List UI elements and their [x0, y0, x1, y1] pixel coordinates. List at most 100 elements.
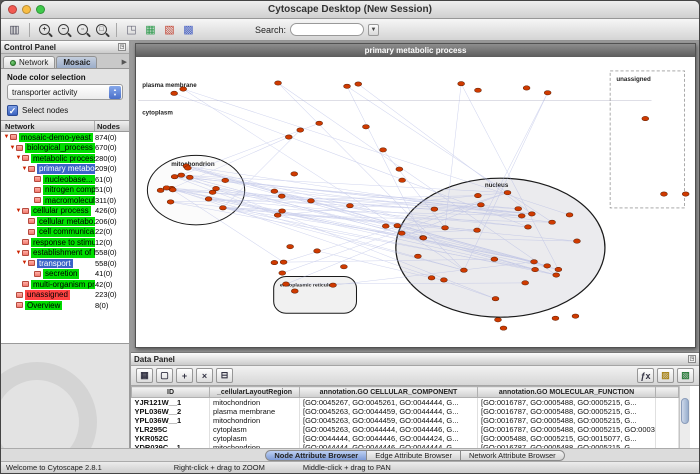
table-cell[interactable]: [GO:0016787, GO:0005488, GO:0005215, G..…: [478, 398, 656, 408]
column-header[interactable]: _cellularLayoutRegion: [210, 387, 300, 398]
tree-expander-icon[interactable]: ▼: [3, 134, 10, 140]
table-cell[interactable]: [GO:0045263, GO:0044459, GO:0044444, G..…: [300, 407, 478, 416]
tree-row[interactable]: cell communica...22(0): [1, 227, 129, 238]
table-row[interactable]: YLR295Ccytoplasm[GO:0045263, GO:0044444,…: [132, 425, 679, 434]
import-table-icon[interactable]: ▧: [677, 368, 694, 383]
mosaic-plugin-icon-3[interactable]: ▩: [180, 21, 197, 38]
tree-row[interactable]: response to stimul...12(0): [1, 237, 129, 248]
tab-network[interactable]: Network: [3, 56, 55, 68]
tree-row[interactable]: ▼transport558(0): [1, 258, 129, 269]
status-message: Welcome to Cytoscape 2.8.1: [6, 463, 102, 472]
tree-row[interactable]: ▼mosaic-demo-yeast874(0): [1, 132, 129, 143]
scrollbar-thumb[interactable]: [681, 398, 689, 424]
node-color-select[interactable]: transporter activity ▲▼: [7, 84, 123, 100]
tree-row[interactable]: ▼biological_process670(0): [1, 143, 129, 154]
network-view-title[interactable]: primary metabolic process: [136, 44, 695, 57]
tree-label: metabolic process: [31, 154, 95, 164]
zoom-selected-icon[interactable]: ▫: [74, 21, 91, 38]
tree-row[interactable]: nitrogen compo...51(0): [1, 185, 129, 196]
tree-row[interactable]: nucleobase...61(0): [1, 174, 129, 185]
table-row[interactable]: YJR121W__1mitochondrion[GO:0045267, GO:0…: [132, 398, 679, 408]
search-options-dropdown[interactable]: ▼: [368, 24, 379, 36]
table-cell[interactable]: cytoplasm: [210, 434, 300, 443]
clear-attribute-icon[interactable]: ⊟: [216, 368, 233, 383]
table-cell[interactable]: YPL036W__1: [132, 416, 210, 425]
table-cell[interactable]: [GO:0045263, GO:0044459, GO:0044444, G..…: [300, 416, 478, 425]
tree-row[interactable]: ▼metabolic process280(0): [1, 153, 129, 164]
tree-node-count: 206(0): [95, 217, 129, 226]
table-cell[interactable]: mitochondrion: [210, 416, 300, 425]
select-nodes-checkbox[interactable]: ✓: [7, 105, 18, 116]
tree-row[interactable]: Overview8(0): [1, 300, 129, 311]
delete-attribute-icon[interactable]: ×: [196, 368, 213, 383]
tab-edge-attribute-browser[interactable]: Edge Attribute Browser: [367, 450, 461, 461]
table-cell[interactable]: [GO:0044444, GO:0044446, GO:0044424, G..…: [300, 434, 478, 443]
tree-expander-icon[interactable]: ▼: [21, 166, 28, 172]
table-cell[interactable]: [GO:0005488, GO:0005215, GO:0015077, G..…: [478, 434, 656, 443]
tree-row[interactable]: ▼primary metabo...209(0): [1, 164, 129, 175]
table-row[interactable]: YPL036W__2plasma membrane[GO:0045263, GO…: [132, 407, 679, 416]
table-row[interactable]: YPL036W__1mitochondrion[GO:0045263, GO:0…: [132, 416, 679, 425]
zoom-in-icon[interactable]: +: [36, 21, 53, 38]
tab-node-attribute-browser[interactable]: Node Attribute Browser: [265, 450, 367, 461]
tree-row[interactable]: cellular metabo...206(0): [1, 216, 129, 227]
table-cell[interactable]: [GO:0016787, GO:0005488, GO:0005215, G..…: [478, 416, 656, 425]
unselect-all-attributes-icon[interactable]: ▢: [156, 368, 173, 383]
mosaic-plugin-icon-2[interactable]: ▧: [161, 21, 178, 38]
tree-row[interactable]: unassigned223(0): [1, 290, 129, 301]
data-panel-float-button[interactable]: ◳: [688, 355, 696, 363]
node-color-select-value: transporter activity: [12, 88, 77, 97]
control-panel-float-button[interactable]: ◳: [118, 43, 126, 51]
tree-column-nodes[interactable]: Nodes: [95, 122, 129, 131]
open-folder-icon[interactable]: ▨: [657, 368, 674, 383]
tab-scroll-right-icon[interactable]: ▶: [122, 58, 127, 66]
table-cell[interactable]: [GO:0045267, GO:0045261, GO:0044444, G..…: [300, 398, 478, 408]
table-cell[interactable]: YPL036W__2: [132, 407, 210, 416]
new-attribute-icon[interactable]: +: [176, 368, 193, 383]
column-header[interactable]: annotation.GO CELLULAR_COMPONENT: [300, 387, 478, 398]
tree-expander-icon[interactable]: ▼: [15, 208, 22, 214]
network-canvas[interactable]: plasma membranecytoplasmmitochondrionnuc…: [136, 57, 695, 347]
table-cell[interactable]: YKR052C: [132, 434, 210, 443]
table-row[interactable]: YKR052Ccytoplasm[GO:0044444, GO:0044446,…: [132, 434, 679, 443]
tree-row[interactable]: ▼cellular process426(0): [1, 206, 129, 217]
table-cell[interactable]: [GO:0016787, GO:0005488, GO:0005215, GO:…: [478, 425, 656, 434]
table-cell[interactable]: YLR295C: [132, 425, 210, 434]
table-cell[interactable]: [GO:0016787, GO:0005488, GO:0005215, G..…: [478, 407, 656, 416]
tree-expander-icon[interactable]: ▼: [15, 250, 22, 256]
table-cell[interactable]: [GO:0045263, GO:0044444, GO:0044446, G..…: [300, 425, 478, 434]
zoom-fit-icon[interactable]: □: [93, 21, 110, 38]
table-cell[interactable]: YJR121W__1: [132, 398, 210, 408]
tree-row[interactable]: multi-organism pro...42(0): [1, 279, 129, 290]
minimize-window-button[interactable]: [22, 5, 31, 14]
select-all-attributes-icon[interactable]: ▦: [136, 368, 153, 383]
tree-row[interactable]: macromolecule...311(0): [1, 195, 129, 206]
tree-row[interactable]: secretion41(0): [1, 269, 129, 280]
save-session-icon[interactable]: ▥: [6, 21, 23, 38]
column-header[interactable]: ID: [132, 387, 210, 398]
zoom-out-icon[interactable]: −: [55, 21, 72, 38]
tree-row[interactable]: ▼establishment of lo...558(0): [1, 248, 129, 259]
search-input[interactable]: [290, 23, 364, 36]
tab-network-attribute-browser[interactable]: Network Attribute Browser: [461, 450, 565, 461]
tree-expander-icon[interactable]: ▼: [21, 260, 28, 266]
table-vertical-scrollbar[interactable]: [679, 386, 690, 448]
formula-builder-icon[interactable]: ƒx: [637, 368, 654, 383]
tree-column-network[interactable]: Network: [1, 121, 95, 131]
control-panel-title: Control Panel: [4, 43, 56, 52]
tree-expander-icon[interactable]: ▼: [15, 155, 22, 161]
tree-expander-icon[interactable]: ▼: [9, 145, 16, 151]
window-titlebar[interactable]: Cytoscape Desktop (New Session): [1, 1, 699, 19]
column-header[interactable]: annotation.GO MOLECULAR_FUNCTION: [478, 387, 656, 398]
mosaic-plugin-icon-1[interactable]: ▦: [142, 21, 159, 38]
folder-icon: [22, 155, 29, 161]
annotation-icon[interactable]: ◳: [123, 21, 140, 38]
tree-node-count: 51(0): [95, 185, 129, 194]
tree-node-count: 8(0): [95, 301, 129, 310]
table-cell[interactable]: plasma membrane: [210, 407, 300, 416]
tab-mosaic[interactable]: Mosaic: [56, 56, 97, 68]
zoom-window-button[interactable]: [36, 5, 45, 14]
table-cell[interactable]: mitochondrion: [210, 398, 300, 408]
close-window-button[interactable]: [8, 5, 17, 14]
table-cell[interactable]: cytoplasm: [210, 425, 300, 434]
